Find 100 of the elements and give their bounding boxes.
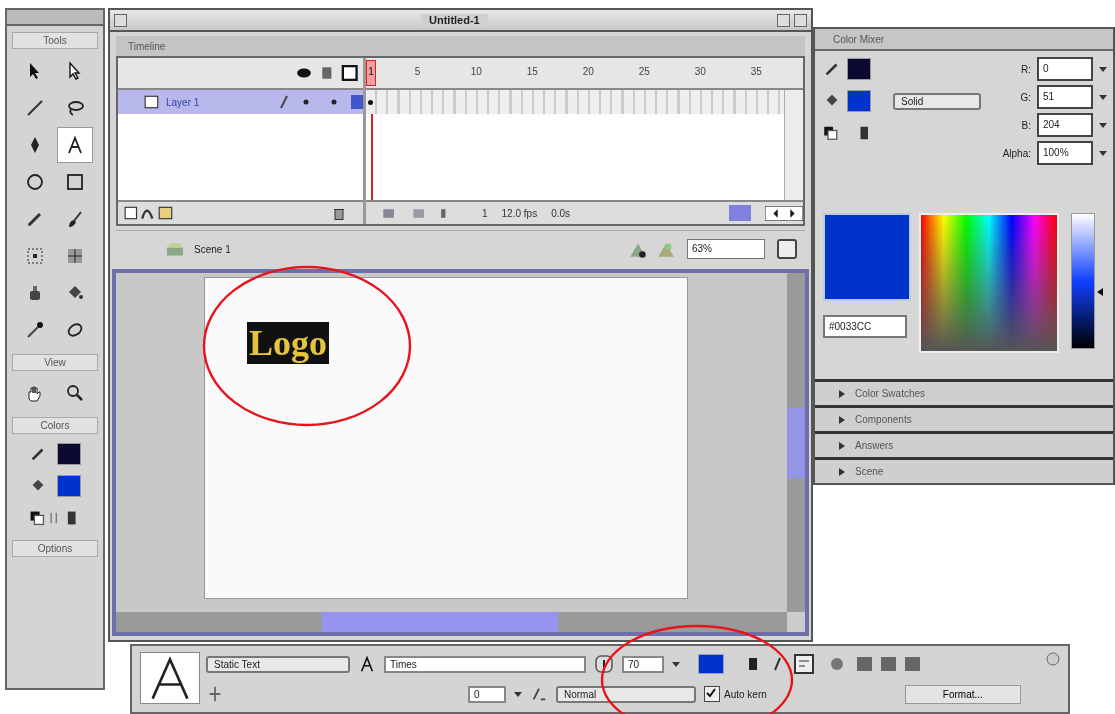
scene-name[interactable]: Scene 1 (194, 243, 231, 255)
scrollbar[interactable] (787, 273, 805, 612)
channel-label: R: (1021, 63, 1031, 75)
eyedropper-icon (25, 320, 45, 340)
scroll-thumb[interactable] (729, 205, 751, 221)
scrollbar[interactable] (116, 612, 787, 632)
panel-header[interactable]: Timeline (116, 36, 805, 56)
format-button[interactable]: Format... (904, 684, 1021, 704)
section-title: Options (11, 540, 99, 557)
eraser-icon (65, 320, 85, 340)
show-dot-icon[interactable] (303, 99, 309, 105)
text-tool-icon (140, 652, 200, 704)
font-icon (358, 655, 376, 673)
layer-name: Layer 1 (166, 96, 201, 108)
layer-icon (144, 94, 160, 110)
font-field[interactable]: Times (384, 655, 586, 673)
oval-icon (25, 172, 45, 192)
magnifier-icon (65, 383, 85, 403)
current-frame: 1 (482, 207, 488, 219)
checkbox-label: Auto kern (724, 688, 767, 700)
text-direction-icon[interactable] (792, 653, 816, 675)
hex-field[interactable]: #0033CC (823, 315, 907, 338)
channel-field[interactable]: 204 (1037, 113, 1093, 137)
panel-header[interactable]: Color Mixer (815, 29, 1113, 51)
transform-icon (25, 246, 45, 266)
channel-label: Alpha: (1002, 147, 1031, 159)
scrollbar[interactable] (784, 90, 803, 200)
layer-toggle-icons[interactable] (297, 65, 359, 81)
close-button[interactable] (114, 13, 127, 27)
baseline-icon (530, 685, 548, 703)
channel-field[interactable]: 51 (1037, 85, 1093, 109)
channel-field[interactable]: 0 (1037, 57, 1093, 81)
stage[interactable]: Logo (204, 277, 688, 599)
frame-rate: 12.0 fps (501, 207, 538, 219)
zoom-button[interactable] (777, 13, 790, 27)
elapsed-time: 0.0s (551, 207, 571, 219)
dropdown-arrow[interactable] (1099, 150, 1107, 156)
clapper-icon (166, 241, 184, 257)
stroke-color-swatch[interactable] (847, 58, 871, 80)
lock-dot-icon[interactable] (331, 99, 337, 105)
gradient-transform-icon (65, 246, 85, 266)
collapse-button[interactable] (794, 13, 807, 27)
scroll-arrows-icon[interactable] (765, 205, 803, 221)
panel-title: Scene (855, 466, 884, 477)
frame-number: 10 (470, 66, 482, 77)
panel-header[interactable]: Scene (815, 457, 1113, 483)
character-position-dropdown[interactable]: Normal (556, 685, 696, 703)
add-layer-icons[interactable] (124, 205, 174, 221)
zoom-field[interactable]: 63% (687, 239, 765, 259)
panel-title: Color Mixer (833, 33, 885, 45)
frame-number: 5 (414, 66, 421, 77)
section-title: Colors (11, 417, 99, 434)
dropdown-arrow[interactable] (1099, 122, 1107, 128)
section-title: Tools (11, 32, 99, 49)
text-tool-icon (65, 135, 85, 155)
line-icon (25, 98, 45, 118)
channel-label: B: (1021, 119, 1031, 131)
dropdown-arrow[interactable] (514, 691, 522, 697)
help-icon[interactable] (1046, 652, 1060, 666)
text-color-swatch[interactable] (698, 654, 724, 674)
rectangle-icon (65, 172, 85, 192)
brightness-slider[interactable] (1071, 213, 1105, 349)
spacing-field[interactable]: 0 (468, 685, 506, 703)
stroke-color-swatch[interactable] (57, 443, 81, 465)
panel-header[interactable]: Color Swatches (815, 379, 1113, 405)
frame-number: 20 (582, 66, 594, 77)
panel-title: Answers (855, 440, 894, 451)
frame-number: 15 (526, 66, 538, 77)
window-title: Untitled-1 (421, 14, 488, 26)
slider-thumb[interactable] (1097, 287, 1103, 296)
outline-color-icon[interactable] (351, 95, 363, 109)
dropdown-arrow[interactable] (672, 661, 680, 667)
tool-button[interactable] (57, 127, 93, 163)
panel-title: Components (855, 414, 912, 425)
dropdown-arrow[interactable] (1099, 66, 1107, 72)
frame-ruler[interactable]: 1 5 10 15 20 25 30 35 (366, 58, 803, 90)
layer-row[interactable]: Layer 1 (118, 90, 363, 114)
channel-field[interactable]: 100% (1037, 141, 1093, 165)
frame-number: 35 (750, 66, 762, 77)
text-type-dropdown[interactable]: Static Text (206, 655, 350, 673)
logo-text[interactable]: Logo (247, 322, 329, 364)
panel-title: Color Swatches (855, 388, 926, 399)
fill-color-swatch[interactable] (847, 90, 871, 112)
checkbox[interactable] (704, 686, 720, 702)
frame-number: 30 (694, 66, 706, 77)
font-size-field[interactable]: 70 (622, 655, 664, 673)
panel-header[interactable]: Components (815, 405, 1113, 431)
fill-color-swatch[interactable] (57, 475, 81, 497)
panel-header[interactable]: Answers (815, 431, 1113, 457)
channel-label: G: (1020, 91, 1031, 103)
color-spectrum[interactable] (919, 213, 1059, 353)
frame-number: 25 (638, 66, 650, 77)
panel-grip[interactable] (7, 10, 103, 26)
scrollbar-corner (787, 612, 805, 632)
zoom-dropdown-button[interactable] (777, 239, 797, 259)
dropdown-arrow[interactable] (1099, 94, 1107, 100)
playhead[interactable]: 1 (366, 60, 376, 86)
fill-type-dropdown[interactable]: Solid (893, 92, 981, 110)
pencil-icon (279, 94, 289, 110)
lasso-icon (65, 98, 85, 118)
